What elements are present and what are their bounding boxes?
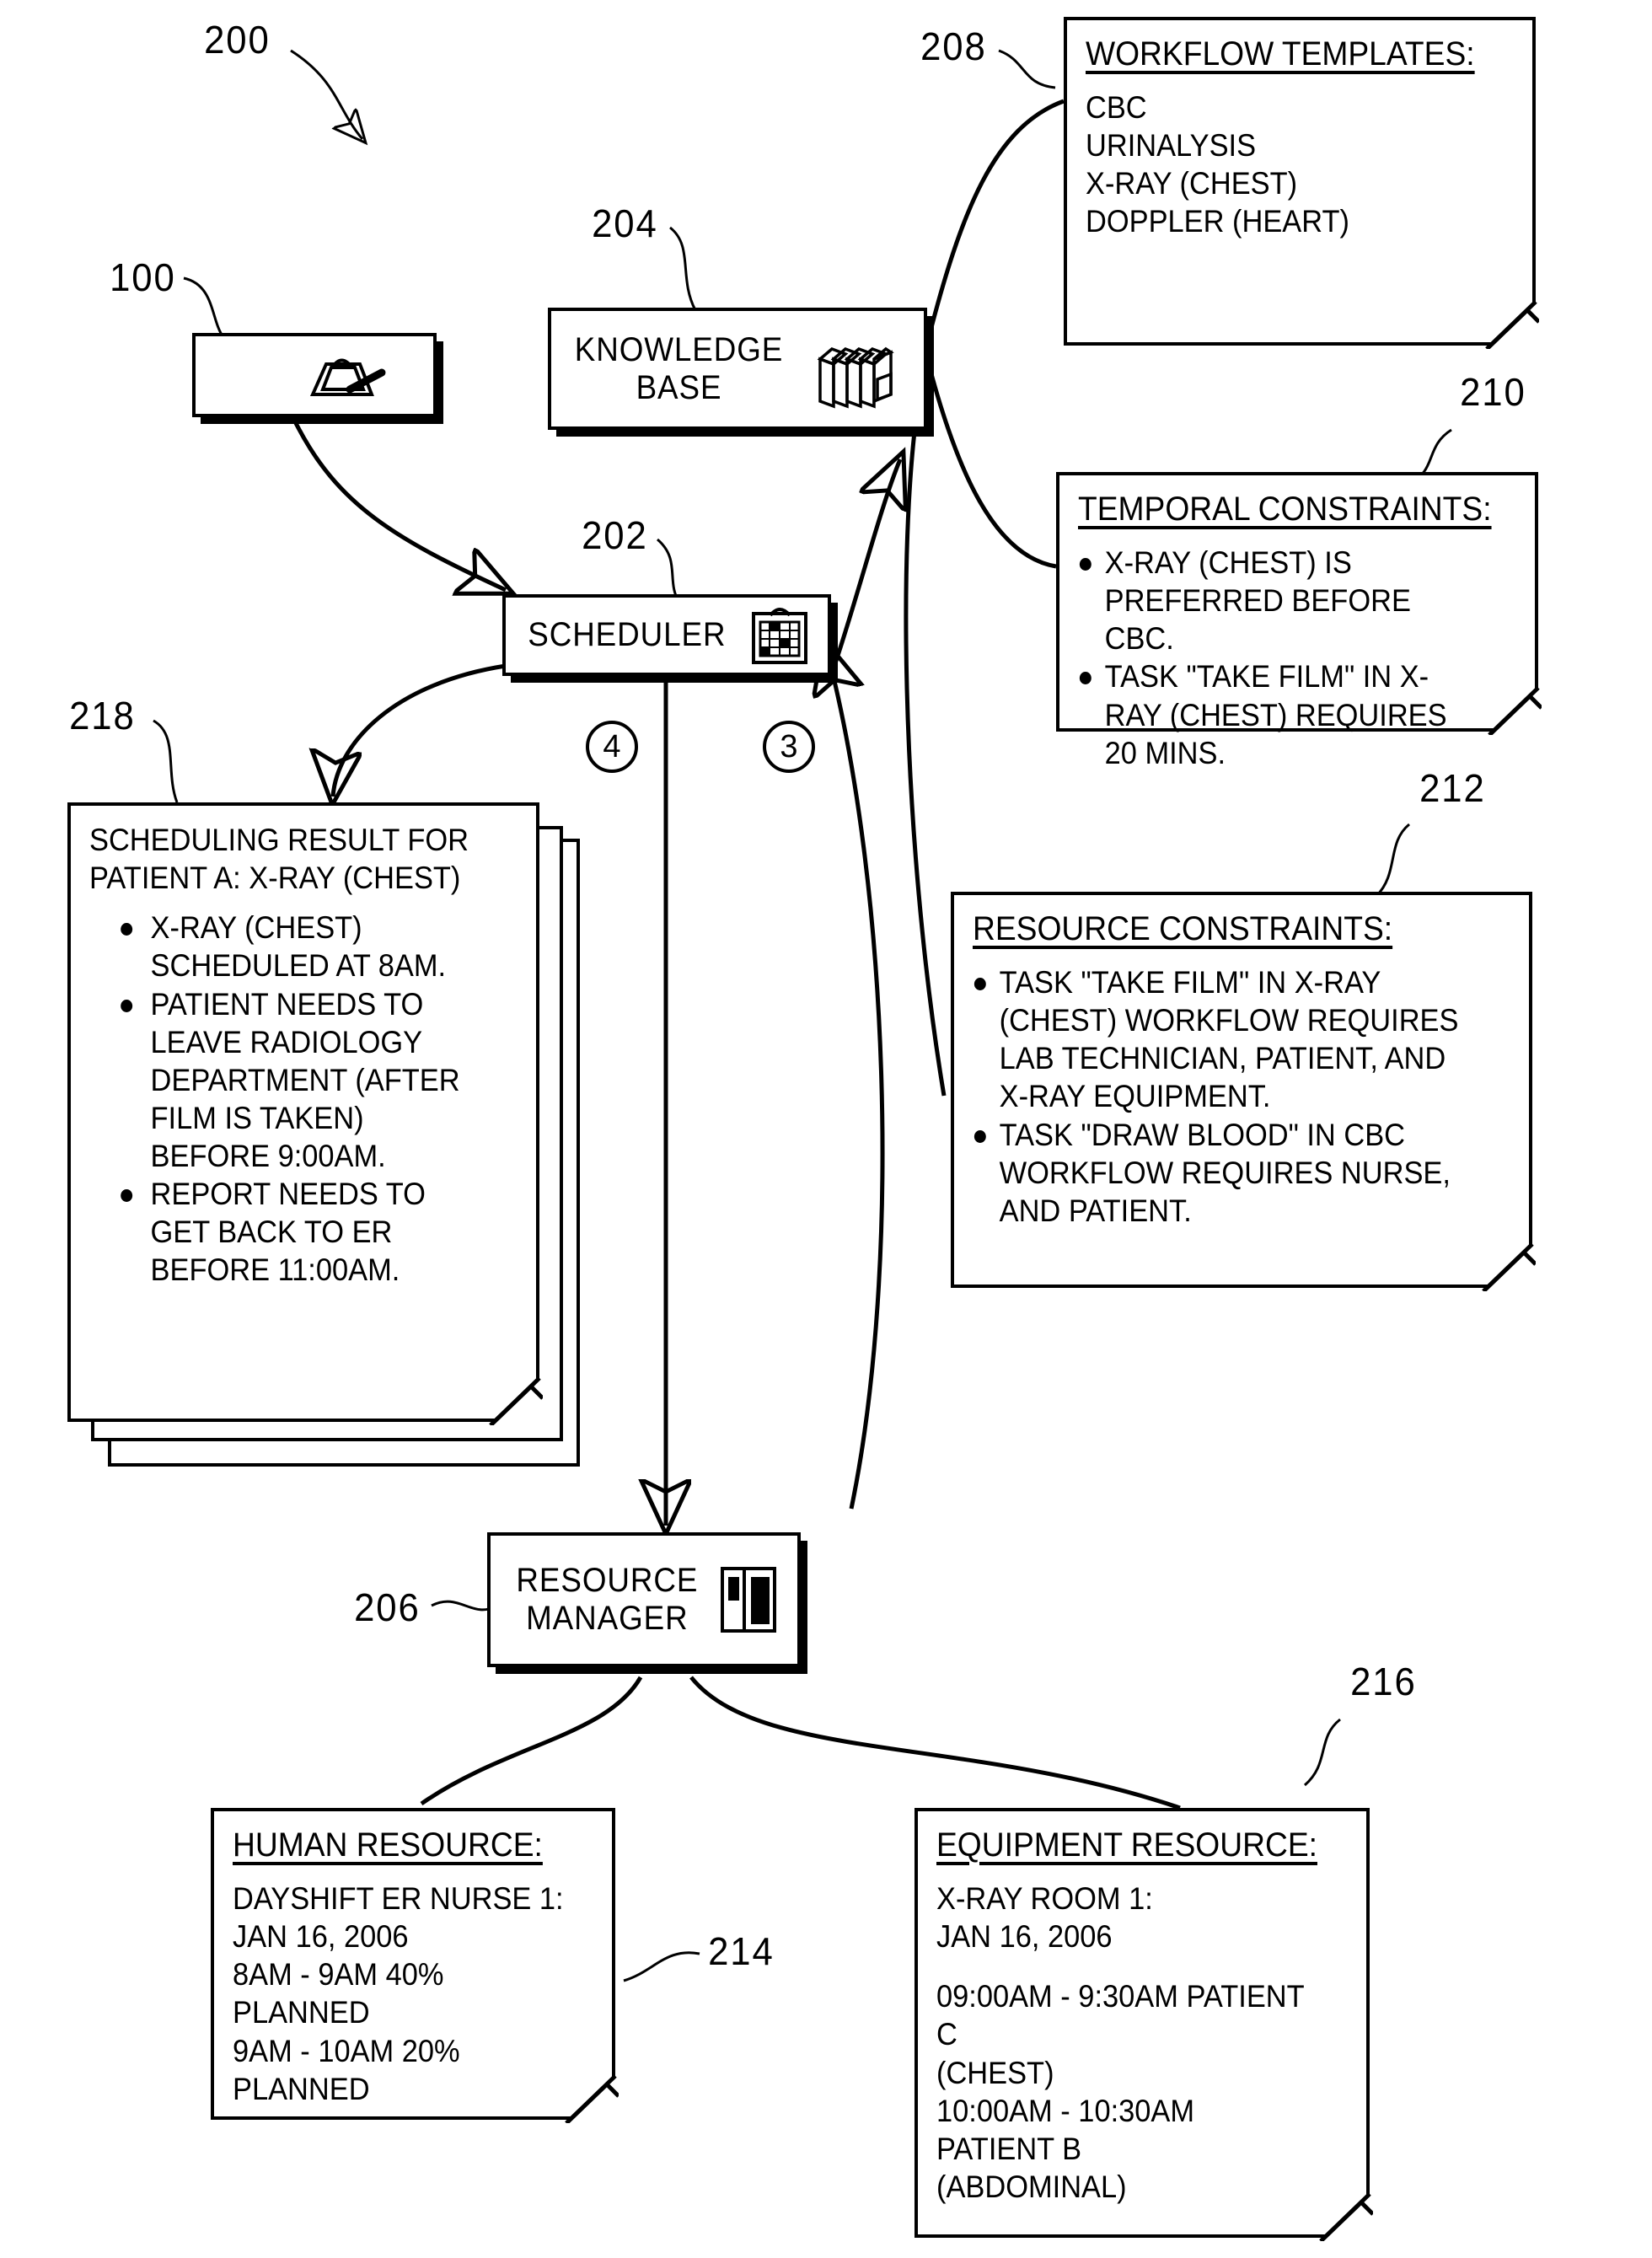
line-rm-to-human-resource <box>420 1676 643 1806</box>
resource-constraint-item: TASK "DRAW BLOOD" IN CBC WORKFLOW REQUIR… <box>973 1116 1472 1230</box>
workflow-template-item: X-RAY (CHEST) <box>1086 166 1298 201</box>
note-human-resource: HUMAN RESOURCE: DAYSHIFT ER NURSE 1: JAN… <box>211 1808 619 2123</box>
dog-ear-corner-icon <box>1462 271 1539 349</box>
lead-line-214 <box>623 1951 700 1982</box>
resource-constraints-list: TASK "TAKE FILM" IN X-RAY (CHEST) WORKFL… <box>973 963 1510 1230</box>
human-resource-title: HUMAN RESOURCE: <box>233 1826 543 1864</box>
dog-ear-corner-icon <box>1464 657 1542 735</box>
ref-numeral-218: 218 <box>69 694 136 737</box>
resource-manager-label: RESOURCE MANAGER <box>516 1562 698 1637</box>
line-temporal-to-kb <box>925 357 1057 569</box>
ref-numeral-212: 212 <box>1419 766 1486 810</box>
resource-constraint-item: TASK "TAKE FILM" IN X-RAY (CHEST) WORKFL… <box>973 963 1472 1116</box>
human-resource-line: JAN 16, 2006 <box>233 1919 409 1955</box>
resource-bars-icon <box>717 1563 780 1636</box>
equipment-resource-line: 09:00AM - 9:30AM PATIENT C <box>936 1979 1305 2052</box>
scheduling-result-item: PATIENT NEEDS TO LEAVE RADIOLOGY DEPARTM… <box>89 985 487 1176</box>
workflow-template-item: DOPPLER (HEART) <box>1086 204 1349 239</box>
note-resource-constraints: RESOURCE CONSTRAINTS: TASK "TAKE FILM" I… <box>951 892 1536 1291</box>
patent-figure-200: 200 100 204 202 218 206 208 210 212 214 … <box>0 0 1652 2258</box>
lead-line-100 <box>183 276 225 338</box>
equipment-resource-line: X-RAY ROOM 1: <box>936 1881 1153 1916</box>
workflow-template-item: URINALYSIS <box>1086 128 1257 164</box>
scheduler-label: SCHEDULER <box>528 616 727 654</box>
ref-numeral-214: 214 <box>708 1929 775 1973</box>
dog-ear-corner-icon <box>1458 1214 1536 1291</box>
resource-manager-node[interactable]: RESOURCE MANAGER <box>487 1532 801 1667</box>
scheduler-node[interactable]: SCHEDULER <box>502 594 831 676</box>
scheduling-result-heading: SCHEDULING RESULT FOR PATIENT A: X-RAY (… <box>89 823 469 896</box>
note-scheduling-result: SCHEDULING RESULT FOR PATIENT A: X-RAY (… <box>67 802 543 1425</box>
arrow-step3-to-scheduler <box>826 647 885 1510</box>
step-marker-4: 4 <box>586 721 638 773</box>
ref-numeral-200: 200 <box>204 18 271 62</box>
workflow-template-item: CBC <box>1086 90 1147 125</box>
human-resource-line: 8AM - 9AM 40% PLANNED <box>233 1957 444 2030</box>
ref-numeral-210: 210 <box>1460 370 1526 414</box>
step-marker-3: 3 <box>763 721 815 773</box>
mouse-click-icon <box>298 346 390 405</box>
lead-line-202 <box>657 538 681 603</box>
note-temporal-constraints: TEMPORAL CONSTRAINTS: X-RAY (CHEST) IS P… <box>1056 472 1542 770</box>
scheduling-result-item: REPORT NEEDS TO GET BACK TO ER BEFORE 11… <box>89 1175 487 1289</box>
arrow-scheduler-to-kb <box>832 459 900 667</box>
equipment-resource-line: (CHEST) <box>936 2055 1054 2090</box>
lead-line-216 <box>1304 1718 1341 1787</box>
ref-numeral-204: 204 <box>592 201 658 245</box>
temporal-constraint-item: X-RAY (CHEST) IS PREFERRED BEFORE CBC. <box>1078 544 1486 657</box>
ref-numeral-208: 208 <box>920 24 987 68</box>
ref-numeral-206: 206 <box>354 1585 421 1629</box>
note-workflow-templates: WORKFLOW TEMPLATES: CBC URINALYSIS X-RAY… <box>1064 17 1539 349</box>
lead-line-208 <box>998 49 1056 89</box>
line-rm-to-equipment-resource <box>689 1676 1181 1810</box>
lead-line-200 <box>290 49 362 139</box>
human-resource-line: 9AM - 10AM 20% PLANNED <box>233 2033 460 2106</box>
ref-numeral-100: 100 <box>110 255 176 299</box>
temporal-constraints-title: TEMPORAL CONSTRAINTS: <box>1078 491 1492 528</box>
ref-numeral-202: 202 <box>582 513 648 557</box>
equipment-resource-title: EQUIPMENT RESOURCE: <box>936 1826 1317 1864</box>
scheduling-result-item: X-RAY (CHEST) SCHEDULED AT 8AM. <box>89 909 487 984</box>
equipment-resource-line: JAN 16, 2006 <box>936 1919 1113 1955</box>
scheduling-result-list: X-RAY (CHEST) SCHEDULED AT 8AM. PATIENT … <box>89 909 518 1289</box>
knowledge-base-label: KNOWLEDGE BASE <box>575 330 784 406</box>
lead-line-204 <box>669 226 697 311</box>
client-node[interactable] <box>192 333 437 417</box>
dog-ear-corner-icon <box>1295 2164 1373 2241</box>
ref-numeral-216: 216 <box>1350 1660 1417 1703</box>
calendar-clipboard-icon <box>747 602 814 669</box>
temporal-constraint-item: TASK "TAKE FILM" IN X-RAY (CHEST) REQUIR… <box>1078 657 1486 771</box>
note-equipment-resource: EQUIPMENT RESOURCE: X-RAY ROOM 1: JAN 16… <box>914 1808 1373 2241</box>
lead-line-218 <box>153 719 179 803</box>
resource-constraints-title: RESOURCE CONSTRAINTS: <box>973 910 1393 947</box>
dog-ear-corner-icon <box>541 2046 619 2123</box>
equipment-resource-line: 10:00AM - 10:30AM PATIENT B <box>936 2093 1195 2166</box>
human-resource-line: DAYSHIFT ER NURSE 1: <box>233 1881 564 1916</box>
line-templates-to-kb <box>925 99 1065 345</box>
lead-line-212 <box>1375 823 1410 898</box>
arrow-scheduler-to-result <box>333 663 507 796</box>
workflow-templates-title: WORKFLOW TEMPLATES: <box>1086 35 1475 72</box>
books-icon <box>808 327 909 411</box>
knowledge-base-node[interactable]: KNOWLEDGE BASE <box>548 308 927 430</box>
dog-ear-corner-icon <box>465 1348 543 1425</box>
temporal-constraints-list: X-RAY (CHEST) IS PREFERRED BEFORE CBC. T… <box>1078 544 1516 772</box>
equipment-resource-line: (ABDOMINAL) <box>936 2169 1127 2204</box>
line-resource-constraints-to-kb <box>904 362 947 1097</box>
arrow-client-to-scheduler <box>292 420 506 590</box>
